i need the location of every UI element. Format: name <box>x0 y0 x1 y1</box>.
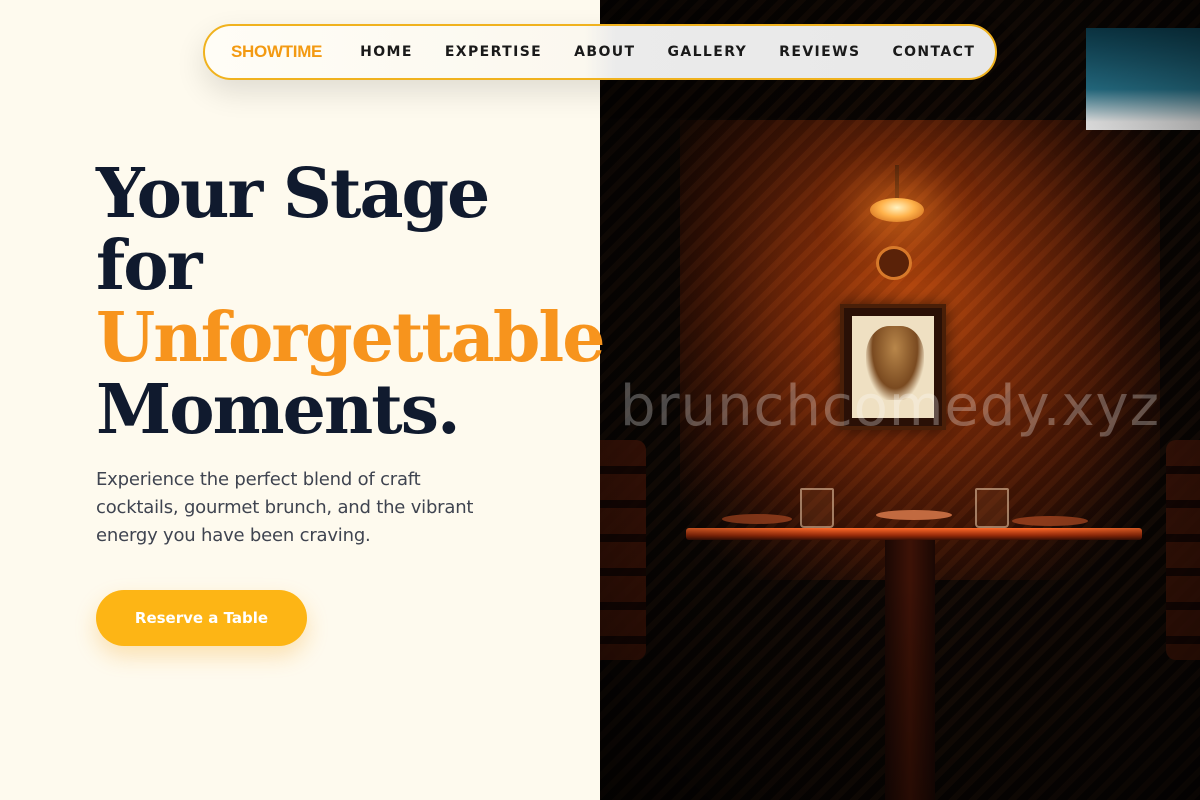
headline-line: for <box>96 226 202 306</box>
nav-link-about[interactable]: ABOUT <box>574 44 635 60</box>
headline-line: Moments. <box>96 370 461 450</box>
nav-links: HOME EXPERTISE ABOUT GALLERY REVIEWS CON… <box>360 44 975 60</box>
nav-link-gallery[interactable]: GALLERY <box>667 44 747 60</box>
reserve-table-button[interactable]: Reserve a Table <box>96 590 307 646</box>
nav-link-reviews[interactable]: REVIEWS <box>779 44 860 60</box>
headline-line: Your Stage <box>96 154 490 234</box>
hero-headline: Your Stage for Unforgettable Moments. <box>96 154 606 450</box>
nav-link-expertise[interactable]: EXPERTISE <box>445 44 542 60</box>
nav-link-home[interactable]: HOME <box>360 44 413 60</box>
headline-accent: Unforgettable <box>96 298 606 378</box>
hero-photo: brunchcomedy.xyz <box>600 0 1200 800</box>
watermark: brunchcomedy.xyz <box>620 374 1161 439</box>
nav-link-contact[interactable]: CONTACT <box>892 44 975 60</box>
brand-logo[interactable]: SHOWTIME <box>231 42 322 62</box>
top-navigation: SHOWTIME HOME EXPERTISE ABOUT GALLERY RE… <box>203 24 997 80</box>
hero-subtext: Experience the perfect blend of craft co… <box>96 469 474 546</box>
